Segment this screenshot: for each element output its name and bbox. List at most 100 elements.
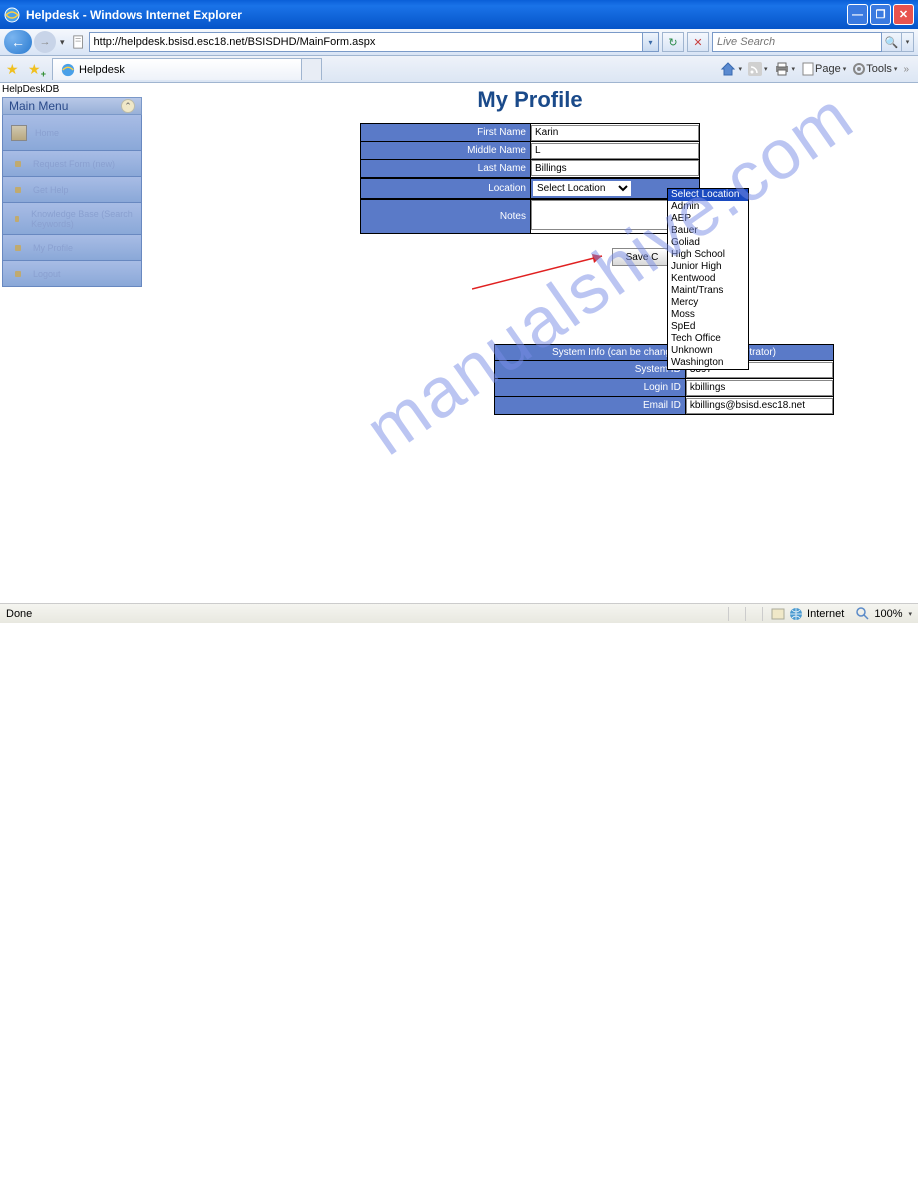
sidebar-title: Main Menu <box>9 99 68 113</box>
content-area: HelpDeskDB Main Menu ⌃ Home Request Form… <box>0 83 918 603</box>
sidebar-item-gethelp[interactable]: Get Help <box>2 177 142 203</box>
sidebar-item-label: Knowledge Base (Search Keywords) <box>31 209 133 229</box>
save-button[interactable]: Save C <box>612 248 672 266</box>
sidebar-item-home[interactable]: Home <box>2 115 142 151</box>
db-label: HelpDeskDB <box>2 84 59 95</box>
address-dropdown[interactable]: ▾ <box>643 32 659 52</box>
zone-text: Internet <box>807 608 844 620</box>
location-option[interactable]: SpEd <box>668 321 748 333</box>
first-name-label: First Name <box>361 124 531 142</box>
search-button[interactable]: 🔍 <box>882 32 902 52</box>
middle-name-label: Middle Name <box>361 142 531 160</box>
login-id-input[interactable] <box>686 380 833 396</box>
sidebar-item-label: Logout <box>33 269 61 279</box>
sidebar: Main Menu ⌃ Home Request Form (new) Get … <box>2 97 142 603</box>
stop-button[interactable]: ✕ <box>687 32 709 52</box>
bullet-icon <box>15 245 21 251</box>
minimize-button[interactable]: — <box>847 4 868 25</box>
middle-name-input[interactable] <box>531 143 699 159</box>
sidebar-item-request[interactable]: Request Form (new) <box>2 151 142 177</box>
last-name-label: Last Name <box>361 160 531 178</box>
ie-tab-icon <box>61 63 75 77</box>
page-icon <box>801 62 815 76</box>
page-menu[interactable]: Page ▾ <box>801 62 846 76</box>
new-tab-button[interactable] <box>302 58 322 80</box>
add-favorite-icon[interactable]: ★ <box>28 61 44 77</box>
bullet-icon <box>15 161 21 167</box>
feeds-button[interactable]: ▾ <box>748 62 768 76</box>
sidebar-item-profile[interactable]: My Profile <box>2 235 142 261</box>
page-title: My Profile <box>142 87 918 113</box>
location-option[interactable]: Washington <box>668 357 748 369</box>
bullet-icon <box>15 187 21 193</box>
location-label: Location <box>361 178 531 199</box>
rss-icon <box>748 62 762 76</box>
navigation-bar: ← → ▾ http://helpdesk.bsisd.esc18.net/BS… <box>0 29 918 56</box>
location-option[interactable]: High School <box>668 249 748 261</box>
page-icon <box>72 35 86 49</box>
help-chevron[interactable]: » <box>903 64 909 75</box>
bullet-icon <box>15 216 19 222</box>
location-option[interactable]: Moss <box>668 309 748 321</box>
location-option[interactable]: Kentwood <box>668 273 748 285</box>
location-option[interactable]: Unknown <box>668 345 748 357</box>
sidebar-item-kb[interactable]: Knowledge Base (Search Keywords) <box>2 203 142 235</box>
annotation-arrow <box>472 251 612 291</box>
location-option[interactable]: AEP <box>668 213 748 225</box>
location-option[interactable]: Bauer <box>668 225 748 237</box>
favorites-icon[interactable]: ★ <box>6 61 22 77</box>
status-text: Done <box>6 608 32 620</box>
sidebar-item-label: Home <box>35 128 59 138</box>
tab-bar: ★ ★ Helpdesk ▾ ▾ ▾ Page ▾ Tools ▾ » <box>0 56 918 83</box>
notes-label: Notes <box>361 199 531 234</box>
window-titlebar: Helpdesk - Windows Internet Explorer — ❐… <box>0 0 918 29</box>
location-select[interactable]: Select Location <box>532 180 632 197</box>
nav-history-dropdown[interactable]: ▾ <box>60 37 65 48</box>
address-bar[interactable]: http://helpdesk.bsisd.esc18.net/BSISDHD/… <box>89 32 643 52</box>
maximize-button[interactable]: ❐ <box>870 4 891 25</box>
forward-button: → <box>34 31 56 53</box>
zoom-control[interactable]: 100% ▾ <box>856 607 912 621</box>
refresh-button[interactable]: ↻ <box>662 32 684 52</box>
login-id-label: Login ID <box>495 379 686 397</box>
search-input[interactable] <box>712 32 882 52</box>
last-name-input[interactable] <box>531 160 699 176</box>
back-button[interactable]: ← <box>4 30 32 54</box>
home-button[interactable]: ▾ <box>720 61 742 77</box>
sidebar-item-label: Get Help <box>33 185 69 195</box>
gear-icon <box>852 62 866 76</box>
window-title: Helpdesk - Windows Internet Explorer <box>26 8 847 22</box>
system-id-label: System ID <box>495 361 686 379</box>
email-id-label: Email ID <box>495 397 686 415</box>
location-option[interactable]: Select Location <box>668 189 748 201</box>
location-option[interactable]: Junior High <box>668 261 748 273</box>
print-button[interactable]: ▾ <box>774 62 796 76</box>
collapse-icon[interactable]: ⌃ <box>121 99 135 113</box>
first-name-input[interactable] <box>531 125 699 141</box>
home-icon <box>11 125 27 141</box>
location-dropdown-list[interactable]: Select Location Admin AEP Bauer Goliad H… <box>667 188 749 370</box>
close-button[interactable]: ✕ <box>893 4 914 25</box>
sidebar-header: Main Menu ⌃ <box>2 97 142 115</box>
print-icon <box>774 62 790 76</box>
globe-icon <box>789 607 803 621</box>
system-info-table: System Info (can be changexxxxxxxxxxxxni… <box>494 344 834 415</box>
location-option[interactable]: Mercy <box>668 297 748 309</box>
home-icon <box>720 61 736 77</box>
bullet-icon <box>15 271 21 277</box>
system-info-header: System Info (can be changexxxxxxxxxxxxni… <box>495 345 834 361</box>
ie-icon <box>4 7 20 23</box>
location-option[interactable]: Goliad <box>668 237 748 249</box>
location-option[interactable]: Admin <box>668 201 748 213</box>
email-id-input[interactable] <box>686 398 833 414</box>
location-option[interactable]: Tech Office <box>668 333 748 345</box>
sidebar-item-logout[interactable]: Logout <box>2 261 142 287</box>
zoom-icon <box>856 607 870 621</box>
sidebar-item-label: Request Form (new) <box>33 159 115 169</box>
status-bar: Done Internet 100% ▾ <box>0 603 918 623</box>
tab-title: Helpdesk <box>79 64 125 76</box>
browser-tab[interactable]: Helpdesk <box>52 58 302 80</box>
location-option[interactable]: Maint/Trans <box>668 285 748 297</box>
tools-menu[interactable]: Tools ▾ <box>852 62 897 76</box>
search-dropdown[interactable]: ▾ <box>902 32 914 52</box>
